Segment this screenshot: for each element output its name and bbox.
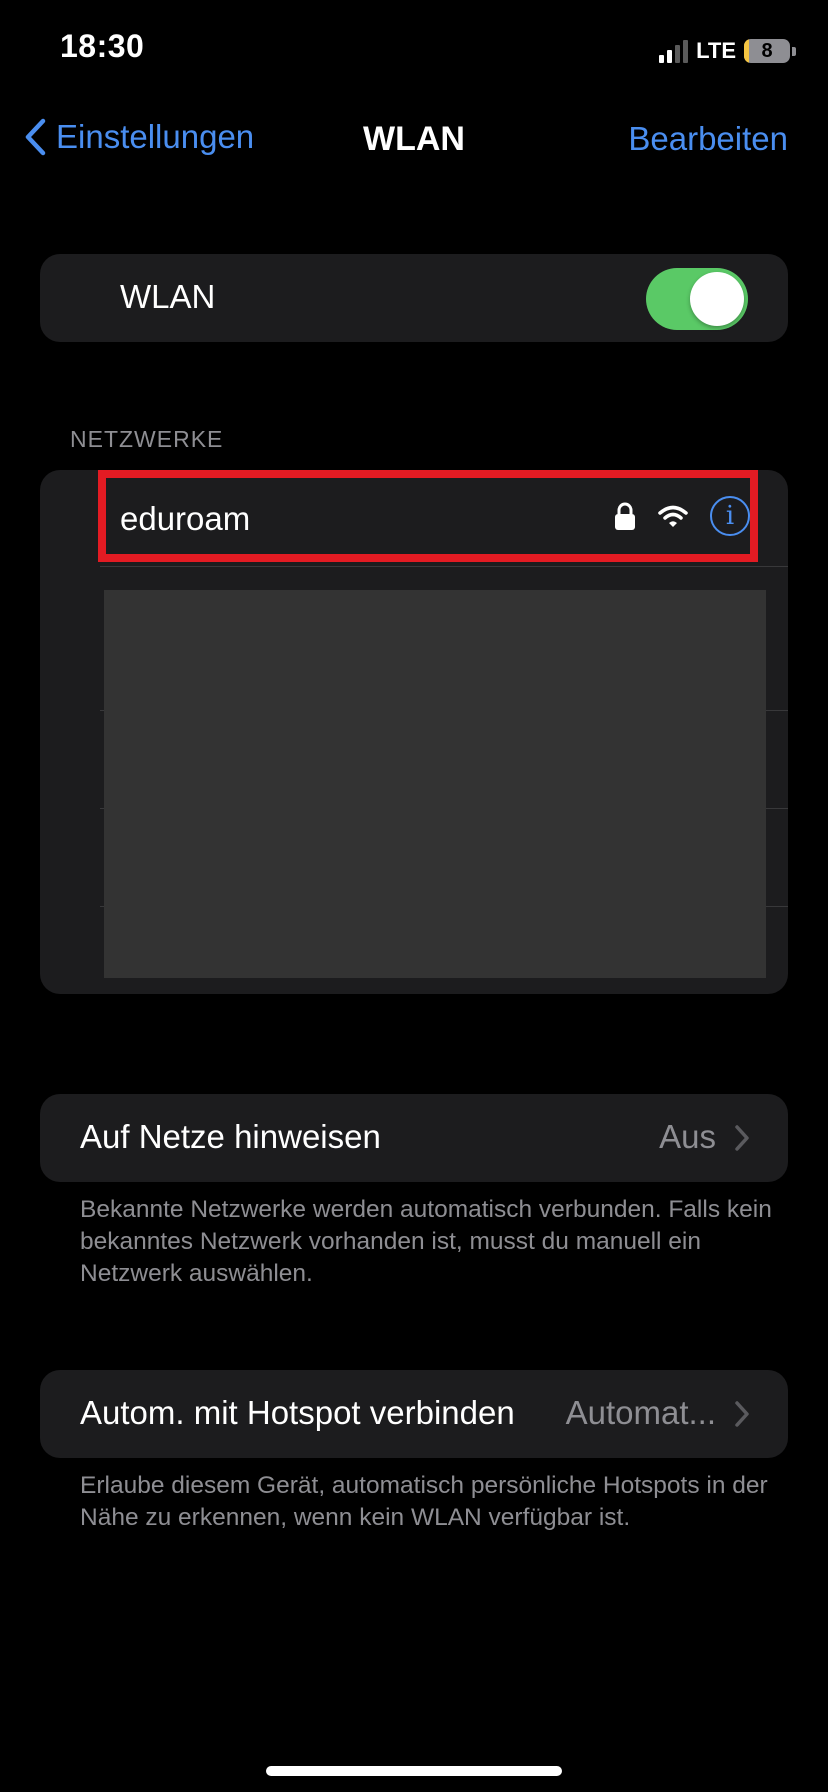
network-row-eduroam[interactable]: eduroam i: [100, 478, 760, 564]
ask-to-join-label: Auf Netze hinweisen: [80, 1118, 381, 1155]
battery-icon: 8: [744, 39, 790, 63]
battery-tip: [792, 46, 796, 56]
network-type: LTE: [696, 38, 736, 63]
chevron-right-icon: [735, 1401, 749, 1427]
redacted-networks-overlay: [104, 590, 766, 978]
status-time: 18:30: [60, 28, 145, 64]
network-name: eduroam: [120, 500, 251, 537]
divider: [100, 566, 788, 567]
battery-level: 8: [761, 39, 773, 62]
cellular-signal-icon: [659, 39, 689, 63]
wlan-toggle-switch[interactable]: [646, 268, 748, 330]
edit-button[interactable]: Bearbeiten: [628, 120, 788, 158]
toggle-knob: [690, 272, 744, 326]
auto-hotspot-row[interactable]: Autom. mit Hotspot verbinden Automat...: [40, 1370, 788, 1458]
lock-icon: [615, 502, 635, 530]
auto-hotspot-label: Autom. mit Hotspot verbinden: [80, 1394, 515, 1431]
chevron-right-icon: [735, 1125, 749, 1151]
info-icon[interactable]: i: [710, 496, 750, 536]
ask-to-join-row[interactable]: Auf Netze hinweisen Aus: [40, 1094, 788, 1182]
ask-to-join-value: Aus: [659, 1118, 716, 1155]
wifi-icon: [658, 505, 688, 527]
wlan-label: WLAN: [120, 278, 216, 315]
auto-hotspot-value: Automat...: [565, 1394, 716, 1431]
auto-hotspot-footnote: Erlaube diesem Gerät, automatisch persön…: [80, 1472, 768, 1531]
wlan-toggle-row: WLAN: [40, 254, 788, 342]
home-indicator[interactable]: [266, 1766, 562, 1776]
section-header-networks: NETZWERKE: [70, 426, 224, 452]
ask-to-join-footnote: Bekannte Netzwerke werden automatisch ve…: [80, 1196, 772, 1287]
status-indicators: LTE 8: [659, 36, 796, 66]
